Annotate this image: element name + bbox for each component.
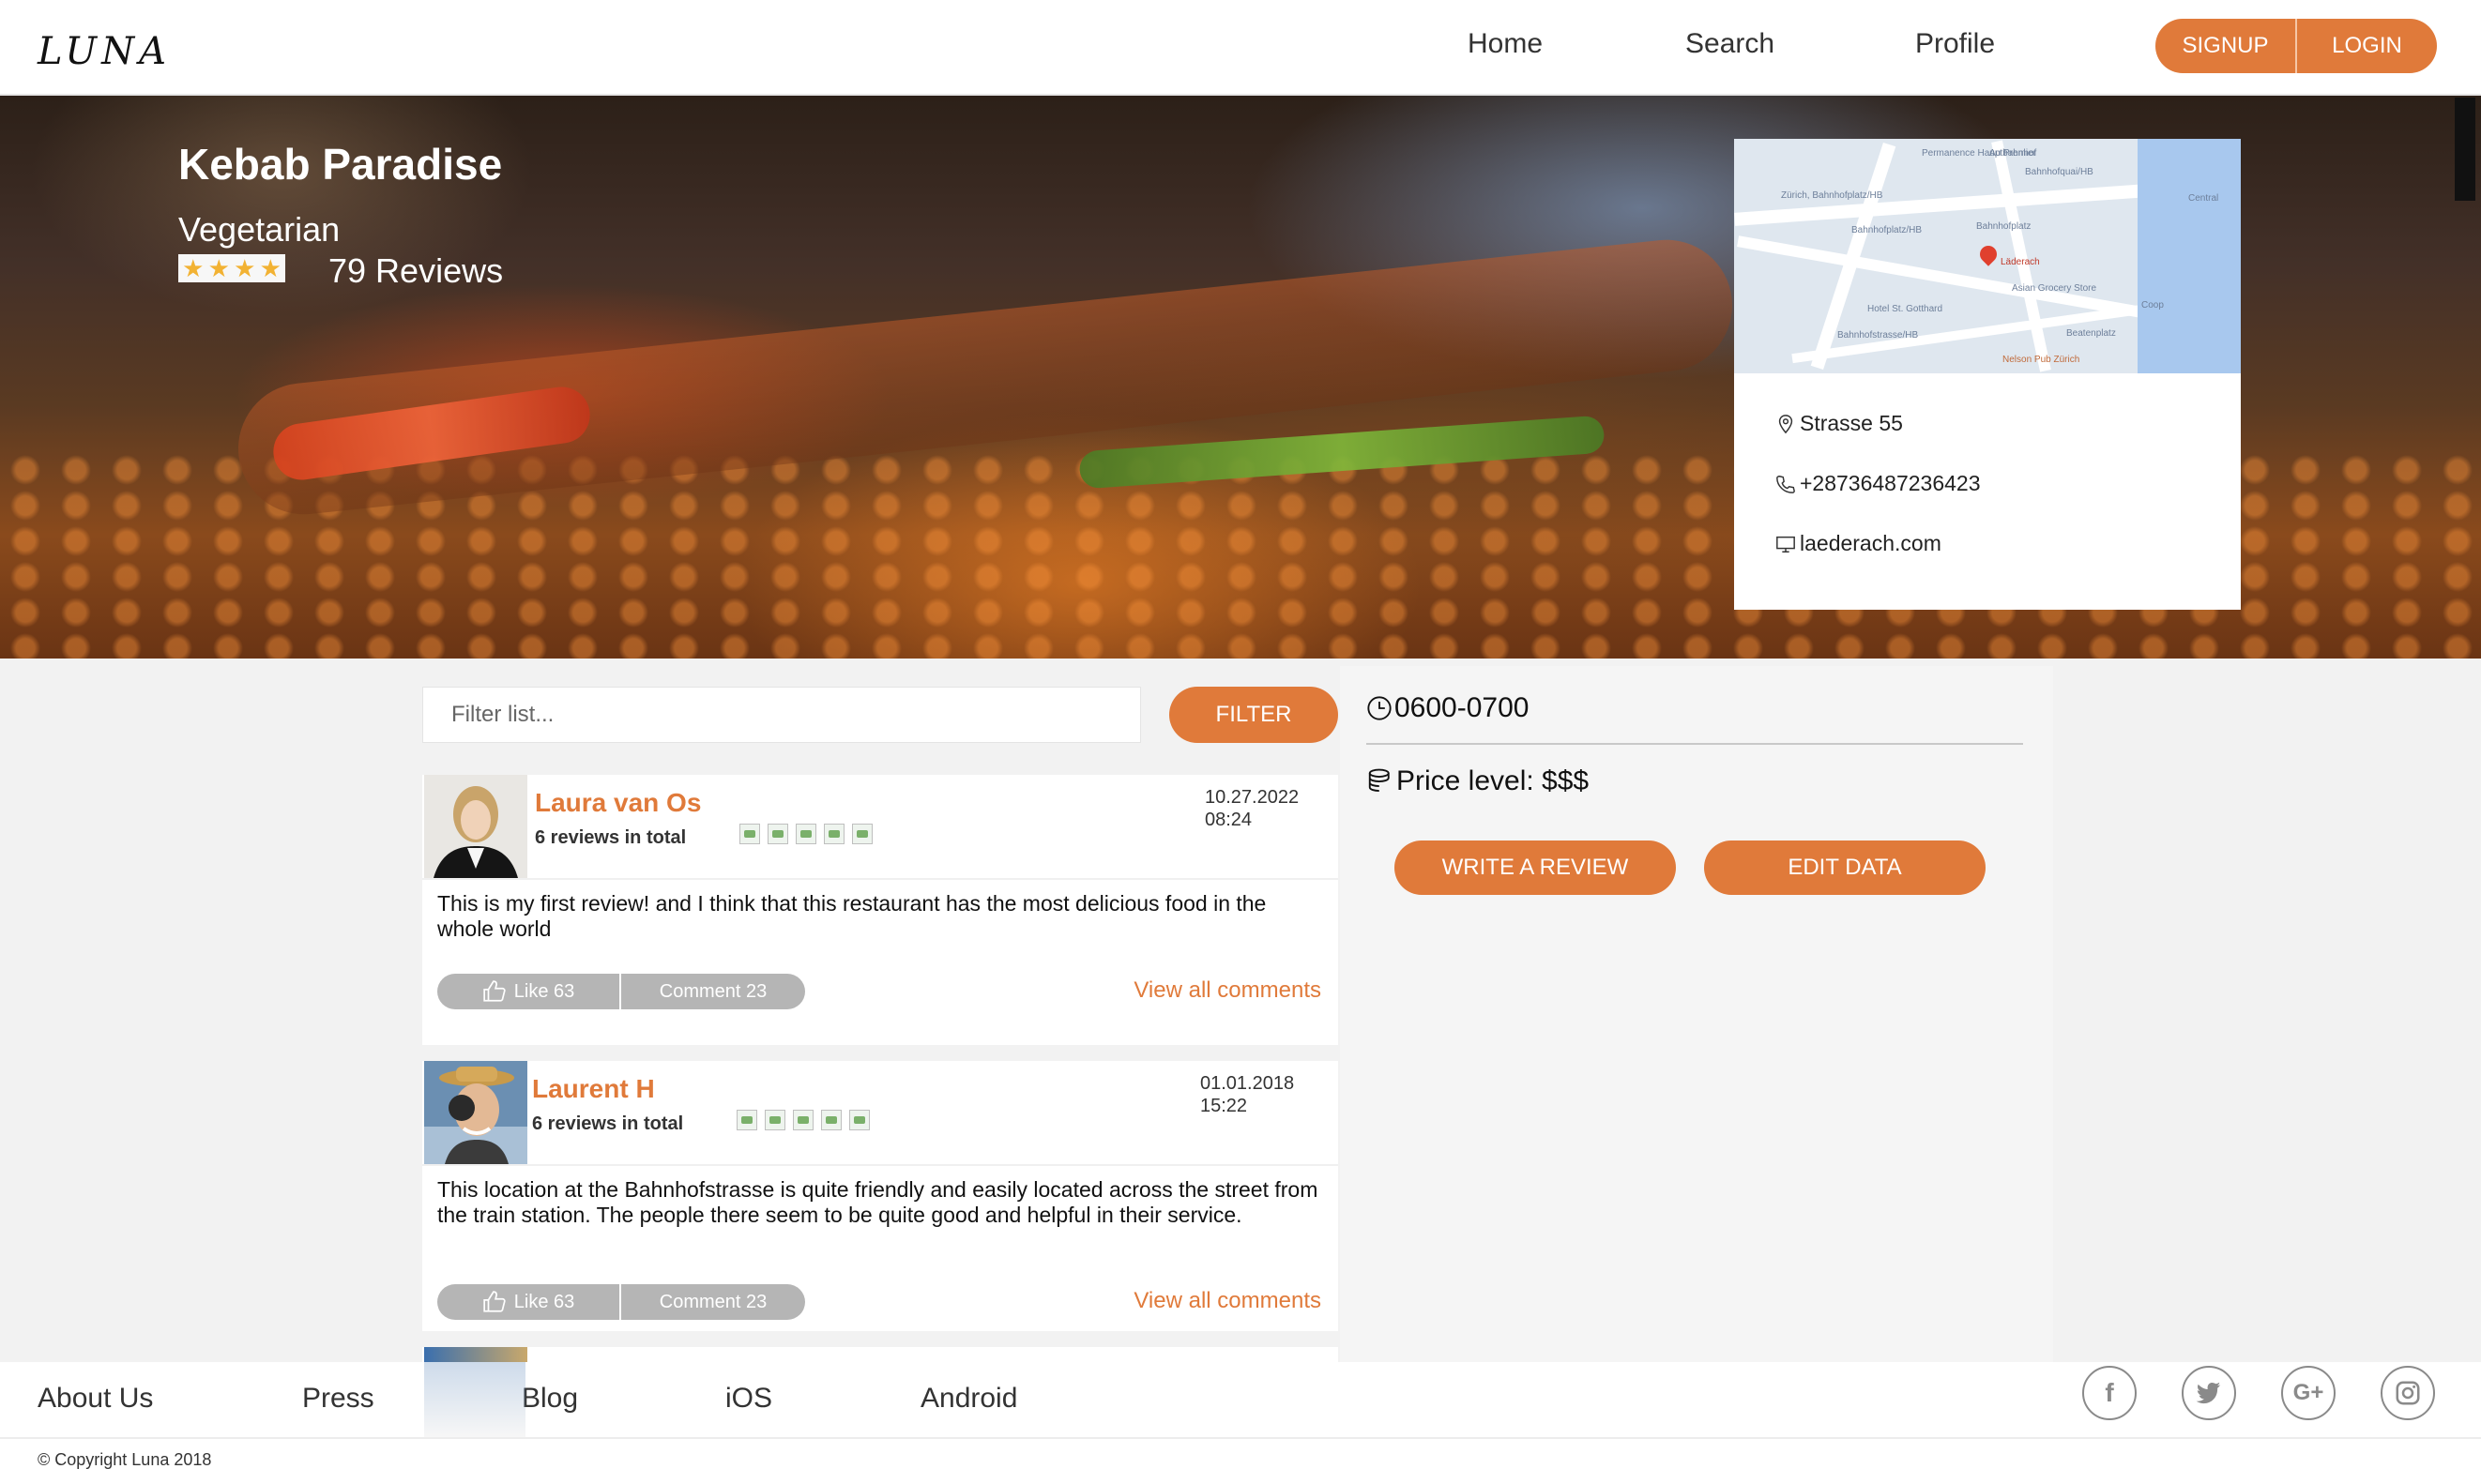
star-icon: ★ (182, 254, 205, 282)
business-category: Vegetarian (178, 210, 341, 249)
rating-image-icon (768, 824, 788, 844)
comment-button[interactable]: Comment 23 (621, 974, 805, 1009)
facebook-icon[interactable]: f (2082, 1366, 2137, 1420)
footer-link-ios[interactable]: iOS (725, 1383, 772, 1415)
rating-image-icon (793, 1110, 814, 1130)
like-label: Like 63 (513, 980, 575, 1002)
footer-link-about-us[interactable]: About Us (38, 1383, 153, 1415)
luna-logo[interactable]: LUNA (38, 30, 171, 73)
reviewer-name[interactable]: Laurent H (532, 1074, 655, 1104)
reviewer-total: 6 reviews in total (532, 1113, 684, 1134)
comment-button[interactable]: Comment 23 (621, 1284, 805, 1320)
review-divider (422, 1164, 1338, 1166)
footer-link-blog[interactable]: Blog (522, 1383, 578, 1415)
price-level-text: Price level: $$$ (1396, 765, 1590, 796)
phone-row: +28736487236423 (1775, 471, 1981, 496)
reviewer-avatar[interactable] (424, 775, 527, 878)
rating-image-icon (737, 1110, 757, 1130)
google-plus-icon[interactable]: G+ (2281, 1366, 2336, 1420)
map-pin-icon (1976, 242, 2001, 266)
review-card-partial-peek (424, 1362, 525, 1437)
rating-image-icon (824, 824, 845, 844)
phone-text[interactable]: +28736487236423 (1800, 471, 1981, 496)
signup-button[interactable]: SIGNUP (2155, 19, 2295, 73)
reviewer-total: 6 reviews in total (535, 827, 687, 848)
instagram-icon[interactable] (2381, 1366, 2435, 1420)
review-text: This is my first review! and I think tha… (437, 891, 1267, 941)
address-text: Strasse 55 (1800, 411, 1903, 435)
business-rating-stars: ★ ★ ★ ★ (178, 254, 285, 282)
location-map[interactable]: Permanence Hauptbahnhof Au Premier Bahnh… (1734, 139, 2241, 373)
monitor-icon (1776, 536, 1795, 553)
reviewer-avatar[interactable] (424, 1061, 527, 1164)
filter-button[interactable]: FILTER (1169, 687, 1338, 743)
clock-icon (1367, 696, 1392, 720)
edit-data-button[interactable]: EDIT DATA (1704, 840, 1986, 895)
phone-icon (1776, 475, 1795, 493)
website-row: laederach.com (1775, 531, 1941, 556)
business-reviews-count: 79 Reviews (328, 251, 504, 290)
top-header: LUNA Home Search Profile SIGNUP LOGIN (0, 0, 2481, 96)
review-date: 10.27.2022 08:24 (1205, 787, 1300, 830)
login-button[interactable]: LOGIN (2297, 19, 2437, 73)
nav-home[interactable]: Home (1468, 28, 1543, 60)
nav-search[interactable]: Search (1685, 28, 1774, 60)
view-all-comments-link[interactable]: View all comments (1134, 977, 1321, 1004)
star-icon: ★ (234, 254, 256, 282)
review-actions: Like 63 Comment 23 (437, 1284, 805, 1320)
view-all-comments-link[interactable]: View all comments (1134, 1288, 1321, 1314)
like-button[interactable]: Like 63 (437, 1284, 619, 1320)
rating-image-icon (849, 1110, 870, 1130)
thumbs-up-icon (483, 980, 506, 1002)
copyright-text: © Copyright Luna 2018 (38, 1450, 212, 1469)
review-rating (737, 1110, 870, 1130)
thumbs-up-icon (483, 1291, 506, 1312)
side-watermark (2455, 98, 2475, 201)
review-card: Laura van Os 6 reviews in total 10.27.20… (422, 775, 1338, 1045)
coins-icon (1368, 768, 1390, 792)
footer-link-press[interactable]: Press (302, 1383, 374, 1415)
like-label: Like 63 (513, 1291, 575, 1312)
review-rating (739, 824, 873, 844)
business-name: Kebab Paradise (178, 140, 503, 189)
review-card-partial (422, 1347, 1338, 1362)
reviewer-name[interactable]: Laura van Os (535, 788, 701, 818)
star-icon: ★ (259, 254, 282, 282)
website-link[interactable]: laederach.com (1800, 531, 1941, 556)
twitter-icon[interactable] (2182, 1366, 2236, 1420)
write-review-button[interactable]: WRITE A REVIEW (1394, 840, 1676, 895)
star-icon: ★ (207, 254, 230, 282)
auth-buttons: SIGNUP LOGIN (2155, 19, 2437, 73)
like-button[interactable]: Like 63 (437, 974, 619, 1009)
opening-hours: 0600-0700 (1366, 692, 1529, 724)
footer-link-android[interactable]: Android (921, 1383, 1017, 1415)
details-divider (1366, 743, 2023, 745)
rating-image-icon (739, 824, 760, 844)
filter-input[interactable] (422, 687, 1141, 743)
review-text: This location at the Bahnhofstrasse is q… (437, 1177, 1318, 1227)
rating-image-icon (796, 824, 816, 844)
rating-image-icon (765, 1110, 785, 1130)
nav-profile[interactable]: Profile (1915, 28, 1995, 60)
reviewer-avatar[interactable] (424, 1347, 527, 1362)
review-date: 01.01.2018 15:22 (1200, 1073, 1295, 1116)
review-divider (422, 878, 1338, 880)
opening-hours-text: 0600-0700 (1394, 692, 1530, 723)
footer-divider (0, 1437, 2481, 1439)
footer: About Us Press Blog iOS Android f G+ © C… (0, 1362, 2481, 1484)
address-row: Strasse 55 (1775, 411, 1903, 436)
rating-image-icon (821, 1110, 842, 1130)
location-pin-icon (1778, 414, 1793, 433)
rating-image-icon (852, 824, 873, 844)
review-actions: Like 63 Comment 23 (437, 974, 805, 1009)
review-card: Laurent H 6 reviews in total 01.01.2018 … (422, 1061, 1338, 1331)
business-info-card: Permanence Hauptbahnhof Au Premier Bahnh… (1734, 139, 2241, 610)
price-level: Price level: $$$ (1366, 765, 1589, 797)
